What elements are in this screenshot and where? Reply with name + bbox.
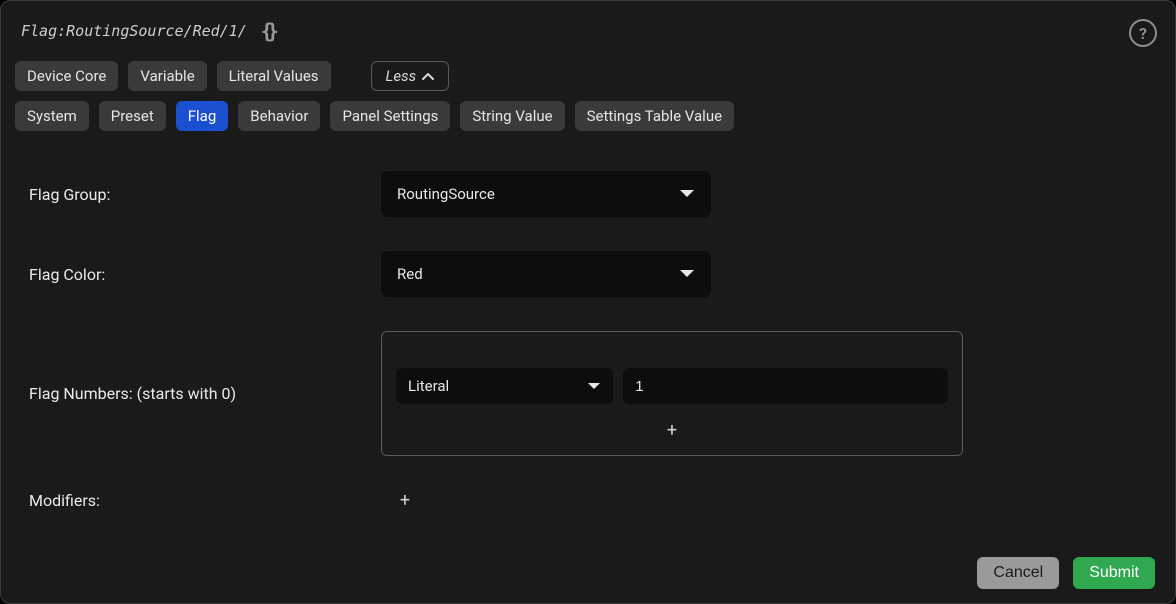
- modifiers-label: Modifiers:: [15, 491, 381, 510]
- chevron-up-icon: [422, 72, 434, 80]
- flag-color-value: Red: [397, 265, 423, 283]
- braces-icon[interactable]: {}: [261, 19, 279, 43]
- form-area: Flag Group: RoutingSource Flag Color: Re…: [15, 171, 1161, 553]
- flag-number-type-value: Literal: [408, 377, 449, 395]
- tag-flag[interactable]: Flag: [176, 101, 229, 131]
- dialog-window: Flag:RoutingSource/Red/1/ {} ? Device Co…: [0, 0, 1176, 604]
- tag-behavior[interactable]: Behavior: [238, 101, 320, 131]
- field-flag-numbers: Flag Numbers: (starts with 0) Literal +: [15, 331, 1161, 456]
- flag-color-label: Flag Color:: [15, 265, 381, 284]
- tag-variable[interactable]: Variable: [128, 61, 206, 91]
- help-icon[interactable]: ?: [1129, 19, 1157, 47]
- tag-literal-values[interactable]: Literal Values: [217, 61, 331, 91]
- tag-device-core[interactable]: Device Core: [15, 61, 118, 91]
- tag-settings-table-value[interactable]: Settings Table Value: [575, 101, 734, 131]
- flag-group-value: RoutingSource: [397, 185, 495, 203]
- tag-row-1: Device Core Variable Literal Values Less: [15, 61, 1161, 91]
- flag-numbers-label: Flag Numbers: (starts with 0): [15, 384, 381, 403]
- tag-preset[interactable]: Preset: [99, 101, 166, 131]
- cancel-button[interactable]: Cancel: [977, 557, 1059, 589]
- flag-numbers-row: Literal: [396, 368, 948, 404]
- flag-color-select[interactable]: Red: [381, 251, 711, 297]
- path-wrap: Flag:RoutingSource/Red/1/ {}: [15, 19, 279, 43]
- expression-path: Flag:RoutingSource/Red/1/: [15, 22, 253, 40]
- tag-system[interactable]: System: [15, 101, 89, 131]
- header-bar: Flag:RoutingSource/Red/1/ {} ?: [15, 15, 1161, 47]
- flag-group-select[interactable]: RoutingSource: [381, 171, 711, 217]
- add-modifier-button[interactable]: +: [395, 490, 415, 511]
- tag-string-value[interactable]: String Value: [460, 101, 564, 131]
- tag-row-2: System Preset Flag Behavior Panel Settin…: [15, 101, 1161, 131]
- field-flag-color: Flag Color: Red: [15, 251, 1161, 297]
- field-flag-group: Flag Group: RoutingSource: [15, 171, 1161, 217]
- less-label: Less: [386, 67, 417, 85]
- caret-down-icon: [679, 269, 695, 279]
- flag-number-input[interactable]: [623, 368, 948, 404]
- tag-panel-settings[interactable]: Panel Settings: [330, 101, 450, 131]
- submit-button[interactable]: Submit: [1073, 557, 1155, 589]
- field-modifiers: Modifiers: +: [15, 490, 1161, 511]
- add-flag-number-button[interactable]: +: [396, 420, 948, 441]
- dialog-footer: Cancel Submit: [15, 553, 1161, 589]
- less-toggle-button[interactable]: Less: [371, 61, 450, 91]
- flag-number-type-select[interactable]: Literal: [396, 368, 613, 404]
- caret-down-icon: [679, 189, 695, 199]
- caret-down-icon: [587, 382, 601, 391]
- flag-group-label: Flag Group:: [15, 185, 381, 204]
- flag-numbers-box: Literal +: [381, 331, 963, 456]
